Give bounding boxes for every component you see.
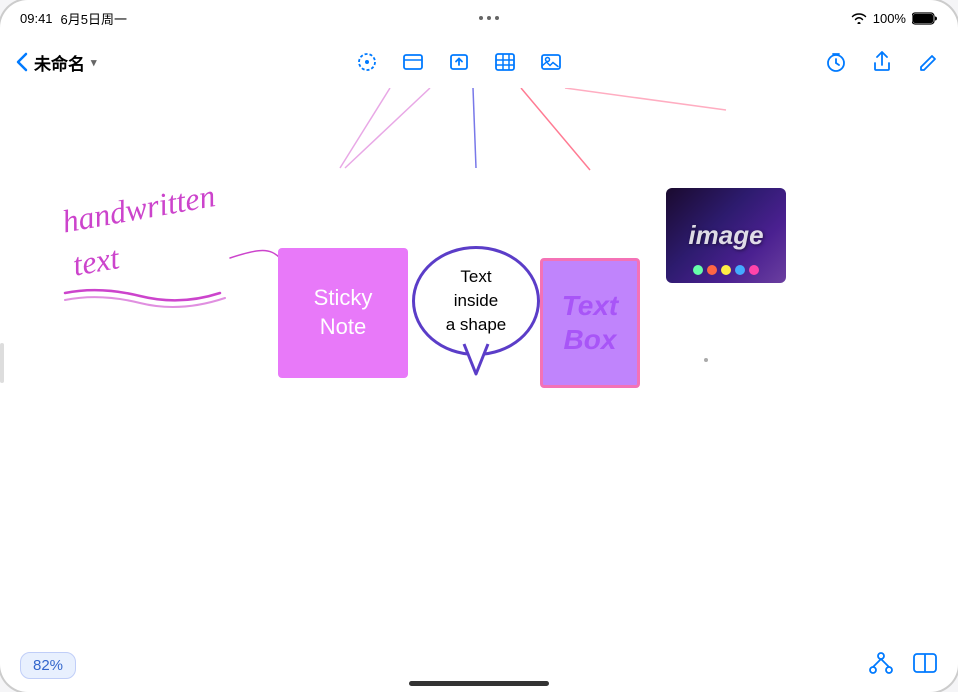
toolbar: 未命名 ▾ — [0, 36, 958, 88]
bead-yellow — [721, 265, 731, 275]
zoom-badge[interactable]: 82% — [20, 652, 76, 679]
bead-pink — [749, 265, 759, 275]
card-icon[interactable] — [399, 48, 427, 76]
zoom-value: 82% — [33, 657, 63, 674]
status-dots — [479, 16, 499, 20]
side-handle[interactable] — [0, 343, 4, 383]
status-bar-right: 100% — [851, 11, 938, 26]
dot3 — [495, 16, 499, 20]
canvas-dot — [704, 358, 708, 362]
svg-text:handwritten: handwritten — [59, 177, 218, 239]
upload-icon[interactable] — [445, 48, 473, 76]
table-icon[interactable] — [491, 48, 519, 76]
image-element[interactable]: image — [666, 188, 786, 283]
svg-text:text: text — [70, 239, 123, 283]
share-icon[interactable] — [868, 48, 896, 76]
bead-red — [707, 265, 717, 275]
dot2 — [487, 16, 491, 20]
toolbar-right — [822, 48, 942, 76]
layout-icon[interactable] — [912, 650, 938, 681]
battery-icon — [912, 12, 938, 25]
status-bar-left: 09:41 6月5日周一 — [20, 9, 127, 28]
chevron-down-icon: ▾ — [91, 56, 97, 69]
text-box[interactable]: Text Box — [540, 258, 640, 388]
device-frame: 09:41 6月5日周一 100% — [0, 0, 958, 692]
battery-text: 100% — [873, 11, 906, 26]
handwritten-text: handwritten text — [59, 177, 225, 307]
time: 09:41 — [20, 11, 53, 26]
date: 6月5日周一 — [61, 9, 127, 28]
speech-bubble-body: Text inside a shape — [412, 246, 540, 356]
doc-title[interactable]: 未命名 ▾ — [34, 50, 97, 75]
image-icon[interactable] — [537, 48, 565, 76]
timer-icon[interactable] — [822, 48, 850, 76]
image-beads — [693, 265, 759, 275]
back-button[interactable] — [16, 52, 28, 72]
status-bar: 09:41 6月5日周一 100% — [0, 0, 958, 36]
toolbar-center — [353, 48, 565, 76]
home-indicator — [409, 681, 549, 686]
network-icon[interactable] — [868, 650, 894, 681]
speech-bubble[interactable]: Text inside a shape — [412, 246, 540, 374]
bead-green — [693, 265, 703, 275]
image-label: image — [688, 220, 763, 251]
lasso-icon[interactable] — [353, 48, 381, 76]
canvas: handwritten text Sticky Note Text inside… — [0, 88, 958, 638]
bead-blue — [735, 265, 745, 275]
dot1 — [479, 16, 483, 20]
edit-icon[interactable] — [914, 48, 942, 76]
bottom-right-icons — [868, 650, 938, 681]
sticky-note[interactable]: Sticky Note — [278, 248, 408, 378]
wifi-icon — [851, 12, 867, 24]
toolbar-left: 未命名 ▾ — [16, 50, 97, 75]
